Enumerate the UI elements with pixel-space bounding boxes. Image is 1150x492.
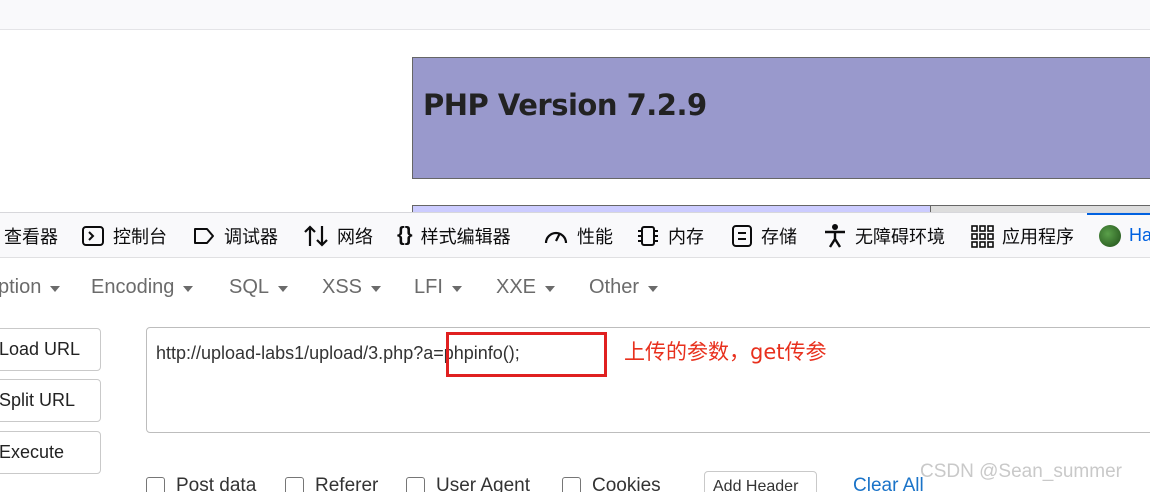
tab-style-editor[interactable]: {} 样式编辑器: [397, 213, 511, 258]
php-info-header: PHP Version 7.2.9: [412, 57, 1150, 179]
cookies-checkbox[interactable]: [562, 476, 581, 492]
menu-other[interactable]: Other: [589, 276, 659, 299]
tab-application-label: 应用程序: [1002, 226, 1074, 247]
chevron-down-icon: [545, 285, 556, 292]
chevron-down-icon: [183, 285, 194, 292]
tab-network-label: 网络: [337, 226, 373, 247]
chevron-down-icon: [451, 285, 462, 292]
network-icon: [303, 224, 329, 248]
chevron-down-icon: [648, 285, 659, 292]
chevron-down-icon: [278, 285, 289, 292]
watermark: CSDN @Sean_summer: [920, 461, 1122, 482]
menu-option-label: ption: [0, 276, 42, 298]
tab-accessibility-label: 无障碍环境: [855, 226, 945, 247]
menu-encoding[interactable]: Encoding: [91, 276, 194, 299]
application-icon: [970, 224, 994, 248]
tab-debugger-label: 调试器: [224, 226, 278, 247]
cookies-option[interactable]: Cookies: [562, 475, 661, 492]
menu-lfi[interactable]: LFI: [414, 276, 462, 299]
tab-hackbar[interactable]: Ha: [1086, 213, 1150, 258]
menu-encoding-label: Encoding: [91, 276, 175, 298]
menu-other-label: Other: [589, 276, 640, 298]
memory-icon: [636, 224, 660, 248]
console-icon: [81, 225, 105, 247]
tab-accessibility[interactable]: 无障碍环境: [823, 213, 945, 258]
tab-application[interactable]: 应用程序: [970, 213, 1074, 258]
debugger-icon: [192, 226, 216, 246]
style-editor-icon: {}: [397, 224, 413, 246]
load-url-button[interactable]: Load URL: [0, 328, 101, 371]
tab-network[interactable]: 网络: [303, 213, 373, 258]
tab-performance[interactable]: 性能: [543, 213, 613, 258]
devtools-toolbar: 查看器 控制台 调试器 网络 {} 样式编辑器 性能 内存 存储 无障碍环境 应…: [0, 212, 1150, 258]
php-version-title: PHP Version 7.2.9: [423, 88, 707, 122]
referer-checkbox[interactable]: [285, 476, 304, 492]
execute-button[interactable]: Execute: [0, 431, 101, 474]
menu-xxe-label: XXE: [496, 276, 537, 298]
tab-memory[interactable]: 内存: [636, 213, 704, 258]
user-agent-checkbox[interactable]: [406, 476, 425, 492]
tab-console-label: 控制台: [113, 226, 167, 247]
hackbar-icon: [1099, 224, 1121, 247]
tab-console[interactable]: 控制台: [81, 213, 167, 258]
tab-storage-label: 存储: [761, 226, 797, 247]
user-agent-option[interactable]: User Agent: [406, 475, 530, 492]
menu-sql[interactable]: SQL: [229, 276, 289, 299]
tab-memory-label: 内存: [668, 226, 704, 247]
referer-label: Referer: [315, 475, 379, 492]
tab-inspector[interactable]: 查看器: [4, 213, 58, 258]
clear-all-link[interactable]: Clear All: [853, 475, 924, 492]
tab-storage[interactable]: 存储: [731, 213, 797, 258]
post-data-label: Post data: [176, 475, 257, 492]
menu-xss[interactable]: XSS: [322, 276, 382, 299]
menu-xxe[interactable]: XXE: [496, 276, 556, 299]
storage-icon: [731, 224, 753, 248]
tab-performance-label: 性能: [577, 226, 613, 247]
hackbar-menu-bar: ption Encoding SQL XSS LFI XXE Other: [0, 258, 1150, 318]
menu-option[interactable]: ption: [0, 276, 61, 299]
menu-lfi-label: LFI: [414, 276, 443, 298]
annotation-text: 上传的参数，get传参: [624, 340, 827, 364]
tab-inspector-label: 查看器: [4, 226, 58, 247]
performance-icon: [543, 225, 569, 247]
accessibility-icon: [823, 223, 847, 249]
post-data-checkbox[interactable]: [146, 476, 165, 492]
tab-hackbar-label: Ha: [1129, 225, 1150, 245]
tab-style-editor-label: 样式编辑器: [420, 226, 511, 247]
user-agent-label: User Agent: [436, 475, 530, 492]
tab-debugger[interactable]: 调试器: [192, 213, 278, 258]
menu-xss-label: XSS: [322, 276, 363, 298]
chevron-down-icon: [50, 285, 61, 292]
menu-sql-label: SQL: [229, 276, 270, 298]
split-url-button[interactable]: Split URL: [0, 379, 101, 422]
chevron-down-icon: [371, 285, 382, 292]
post-data-option[interactable]: Post data: [146, 475, 256, 492]
add-header-button[interactable]: Add Header: [704, 471, 817, 492]
referer-option[interactable]: Referer: [285, 475, 378, 492]
page-top-strip: [0, 0, 1150, 30]
cookies-label: Cookies: [592, 475, 661, 492]
highlight-box: [446, 332, 607, 377]
